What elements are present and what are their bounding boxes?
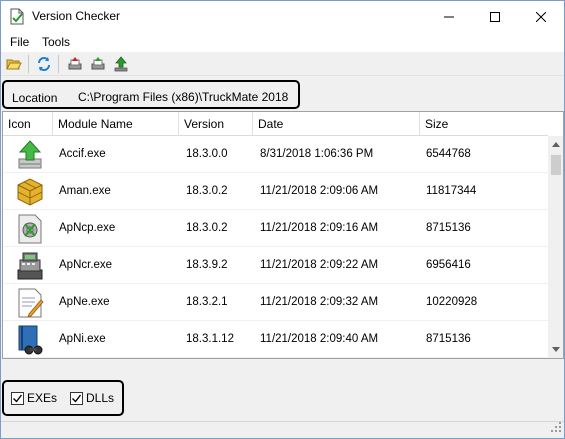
table-body: Accif.exe 18.3.0.0 8/31/2018 1:06:36 PM … [3,136,548,358]
scroll-down-arrow-icon[interactable] [548,341,563,358]
dlls-checkbox[interactable]: DLLs [70,391,114,405]
cell-size: 6544768 [426,148,471,160]
cash-register-icon [15,247,45,284]
toolbar [1,52,564,76]
cell-date: 11/21/2018 2:09:40 AM [260,333,379,345]
green-arrow-server-icon [15,136,45,173]
print-red-icon[interactable] [66,55,84,73]
toolbar-separator [28,55,29,73]
maximize-button[interactable] [472,1,518,32]
cell-version: 18.3.1.12 [186,333,234,345]
cell-size: 10220928 [426,296,478,308]
cell-version: 18.3.2.1 [186,296,228,308]
table-header: Icon Module Name Version Date Size [3,112,548,136]
column-header-size[interactable]: Size [420,112,548,136]
table-row[interactable]: Aman.exe 18.3.0.2 11/21/2018 2:09:06 AM … [3,173,548,210]
gear-document-icon [15,210,45,247]
cell-module-name: ApNe.exe [59,296,110,308]
scroll-up-arrow-icon[interactable] [548,136,563,153]
cell-module-name: Accif.exe [59,148,106,160]
resize-grip-icon[interactable] [551,422,562,436]
cell-module-name: Aman.exe [59,185,111,197]
app-document-check-icon [10,8,24,25]
checkbox-checked-icon[interactable] [11,391,24,405]
gold-cubes-icon [15,173,45,210]
exes-label: EXEs [27,391,58,405]
cell-version: 18.3.9.2 [186,259,228,271]
exes-checkbox[interactable]: EXEs [11,391,57,405]
cell-version: 18.3.0.2 [186,222,228,234]
toolbar-separator [58,55,59,73]
table-row[interactable]: ApNe.exe 18.3.2.1 11/21/2018 2:09:32 AM … [3,284,548,321]
column-header-icon[interactable]: Icon [3,112,53,136]
cell-module-name: ApNcp.exe [59,222,116,234]
print-green-icon[interactable] [89,55,107,73]
cell-module-name: ApNi.exe [59,333,106,345]
dlls-label: DLLs [86,391,115,405]
vertical-scrollbar[interactable] [548,136,563,358]
cell-size: 6956416 [426,259,471,271]
blue-book-binoculars-icon [15,321,45,358]
table-row[interactable]: Accif.exe 18.3.0.0 8/31/2018 1:06:36 PM … [3,136,548,173]
refresh-icon[interactable] [35,55,53,73]
table-row[interactable]: ApNi.exe 18.3.1.12 11/21/2018 2:09:40 AM… [3,321,548,358]
cell-date: 11/21/2018 2:09:06 AM [260,185,379,197]
cell-date: 11/21/2018 2:09:32 AM [260,296,379,308]
cell-version: 18.3.0.2 [186,185,228,197]
table-row[interactable]: ApNcr.exe 18.3.9.2 11/21/2018 2:09:22 AM… [3,247,548,284]
window-title: Version Checker [32,9,121,23]
checkbox-checked-icon[interactable] [70,391,83,405]
cell-size: 8715136 [426,333,471,345]
close-button[interactable] [518,1,564,32]
table-row[interactable]: ApNcp.exe 18.3.0.2 11/21/2018 2:09:16 AM… [3,210,548,247]
cell-version: 18.3.0.0 [186,148,228,160]
cell-date: 11/21/2018 2:09:16 AM [260,222,379,234]
cell-date: 8/31/2018 1:06:36 PM [260,148,374,160]
menu-bar: File Tools [1,32,564,52]
file-type-options: EXEs DLLs [2,380,124,416]
column-header-version[interactable]: Version [179,112,253,136]
cell-size: 8715136 [426,222,471,234]
scroll-thumb[interactable] [551,155,561,175]
menu-file[interactable]: File [10,35,29,49]
location-path: C:\Program Files (x86)\TruckMate 2018 [78,90,289,104]
minimize-button[interactable] [426,1,472,32]
tree-arrow-icon[interactable] [112,55,130,73]
version-checker-window: Version Checker File Tools Location C:\P… [0,0,565,439]
module-table: Icon Module Name Version Date Size Accif… [2,111,564,359]
title-bar: Version Checker [1,1,564,32]
menu-tools[interactable]: Tools [42,35,70,49]
column-header-module-name[interactable]: Module Name [53,112,179,136]
notepad-pencil-icon [15,284,45,321]
cell-module-name: ApNcr.exe [59,259,113,271]
status-bar [1,421,564,438]
cell-date: 11/21/2018 2:09:22 AM [260,259,379,271]
location-panel: Location C:\Program Files (x86)\TruckMat… [2,80,300,109]
column-header-date[interactable]: Date [253,112,420,136]
folder-open-icon[interactable] [5,55,23,73]
location-label: Location [12,91,58,105]
cell-size: 11817344 [426,185,477,197]
